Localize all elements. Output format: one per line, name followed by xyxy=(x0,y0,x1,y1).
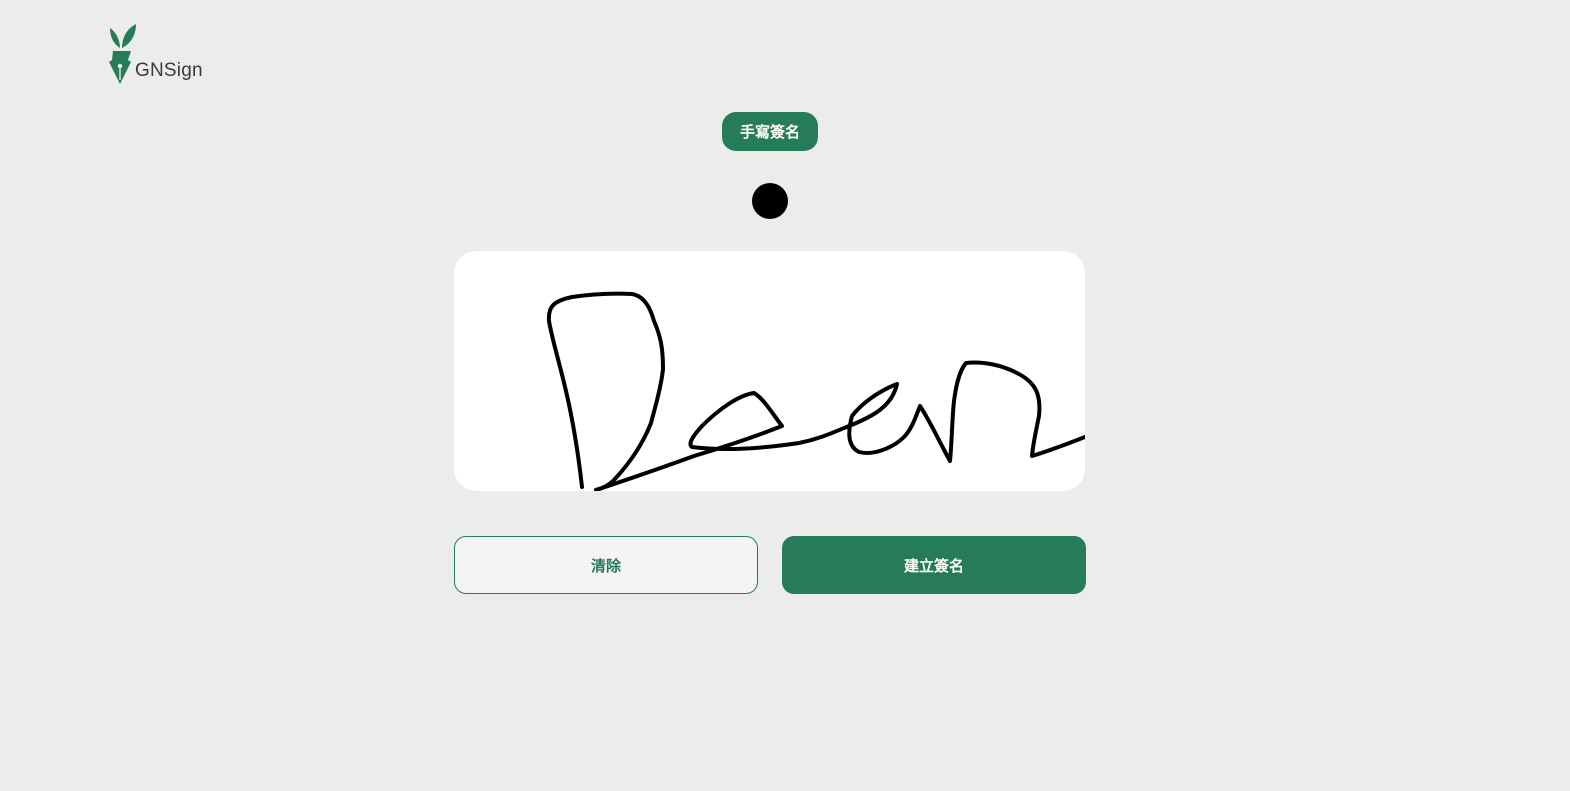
handwritten-signature-tab[interactable]: 手寫簽名 xyxy=(722,112,818,151)
signature-stroke xyxy=(546,291,1085,491)
pen-color-dot[interactable] xyxy=(752,183,788,219)
signature-pad[interactable] xyxy=(454,251,1085,491)
clear-button[interactable]: 清除 xyxy=(454,536,758,594)
create-signature-button[interactable]: 建立簽名 xyxy=(782,536,1086,594)
brand-name: GNSign xyxy=(135,60,203,81)
pen-leaf-icon xyxy=(109,24,136,84)
gnsign-logo[interactable]: GNSign xyxy=(108,24,208,86)
